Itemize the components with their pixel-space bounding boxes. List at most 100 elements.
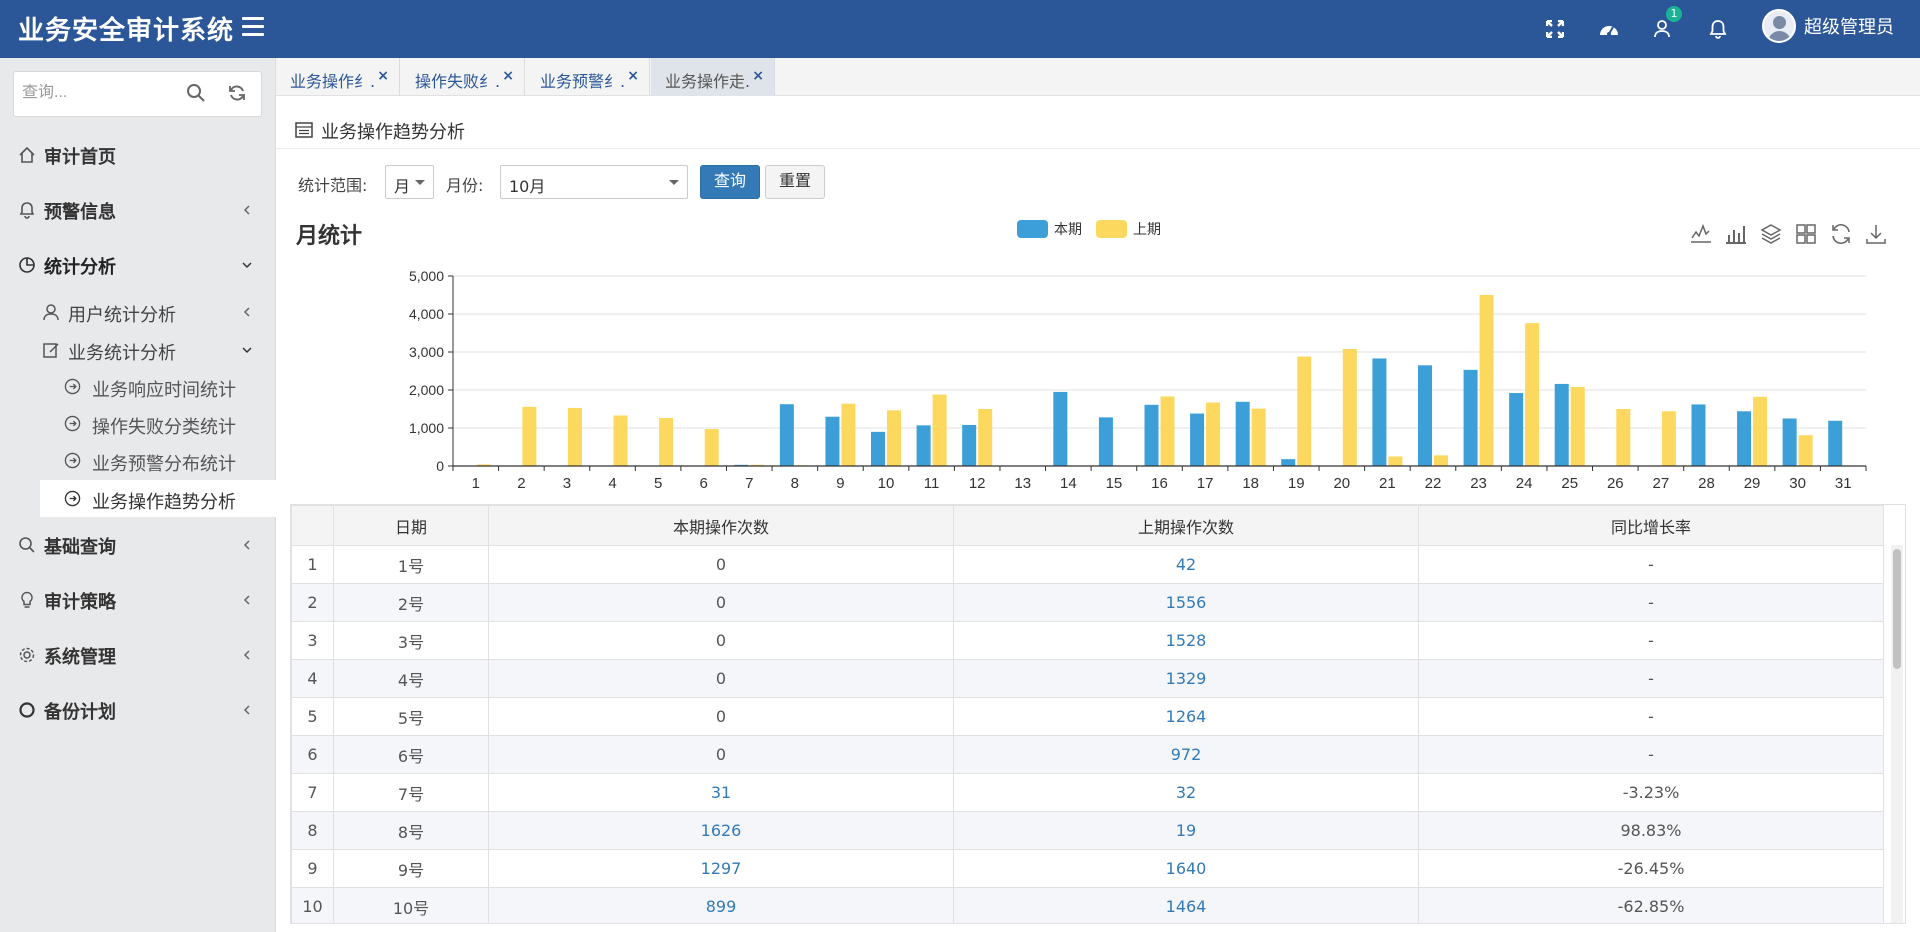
bar-current[interactable] [1554, 383, 1569, 466]
bar-previous[interactable] [1616, 409, 1631, 466]
bar-current[interactable] [1053, 391, 1068, 466]
bar-current[interactable] [1098, 417, 1113, 466]
bell-icon[interactable] [1703, 14, 1733, 44]
current-count-cell[interactable]: 899 [488, 887, 954, 923]
sidebar-item-home[interactable]: 审计首页 [0, 132, 276, 180]
column-header[interactable]: 日期 [333, 505, 489, 546]
sidebar-item-backup-plan[interactable]: 备份计划 [0, 687, 276, 735]
bar-current[interactable] [779, 404, 794, 466]
sidebar-item-system-management[interactable]: 系统管理 [0, 632, 276, 680]
month-select[interactable]: 10月 [500, 165, 688, 199]
column-header[interactable]: 本期操作次数 [488, 505, 954, 546]
menu-toggle-icon[interactable] [242, 17, 264, 39]
bar-previous[interactable] [1342, 348, 1357, 466]
bar-previous[interactable] [1251, 408, 1266, 466]
close-icon[interactable]: × [752, 68, 764, 84]
bar-current[interactable] [1782, 418, 1797, 467]
sidebar-item-alert-distribution[interactable]: 业务预警分布统计 [40, 442, 276, 479]
close-icon[interactable]: × [627, 68, 639, 84]
tab-operation-failure[interactable]: 操作失败纟... × [401, 58, 525, 96]
fullscreen-icon[interactable] [1540, 14, 1570, 44]
bar-previous[interactable] [1525, 323, 1540, 466]
column-header[interactable]: 同比增长率 [1418, 505, 1884, 546]
bar-current[interactable] [1691, 404, 1706, 466]
sidebar-item-statistics[interactable]: 统计分析 [0, 242, 276, 290]
bar-current[interactable] [916, 425, 931, 466]
column-header[interactable]: 上期操作次数 [953, 505, 1419, 546]
close-icon[interactable]: × [502, 68, 514, 84]
bar-previous[interactable] [1433, 455, 1448, 466]
bar-previous[interactable] [1206, 402, 1221, 466]
current-count-cell[interactable]: 1626 [488, 811, 954, 850]
previous-count-cell[interactable]: 19 [953, 811, 1419, 850]
sidebar-item-user-statistics[interactable]: 用户统计分析 [40, 293, 276, 331]
bar-previous[interactable] [1661, 411, 1676, 466]
previous-count-cell[interactable]: 1329 [953, 659, 1419, 698]
tab-business-alert[interactable]: 业务预警纟... × [526, 58, 650, 96]
bar-current[interactable] [1509, 393, 1524, 466]
range-select[interactable]: 月 [385, 165, 434, 199]
bar-current[interactable] [1737, 411, 1752, 466]
refresh-icon[interactable] [1829, 222, 1853, 246]
user-menu[interactable]: 超级管理员 [1762, 9, 1894, 43]
bar-previous[interactable] [1570, 386, 1585, 466]
current-count-cell[interactable]: 31 [488, 773, 954, 812]
bar-previous[interactable] [841, 403, 856, 466]
bar-previous[interactable] [1160, 396, 1175, 466]
table-scrollbar[interactable] [1891, 545, 1903, 923]
bar-current[interactable] [825, 416, 840, 466]
sidebar-item-audit-policy[interactable]: 审计策略 [0, 577, 276, 625]
sidebar-item-response-time[interactable]: 业务响应时间统计 [40, 368, 276, 405]
previous-count-cell[interactable]: 32 [953, 773, 1419, 812]
bar-previous[interactable] [1388, 456, 1403, 467]
line-chart-icon[interactable] [1689, 222, 1713, 246]
bar-previous[interactable] [1798, 435, 1813, 466]
bar-previous[interactable] [1753, 396, 1768, 466]
bar-current[interactable] [871, 431, 886, 466]
bar-previous[interactable] [567, 407, 582, 466]
bar-current[interactable] [1235, 401, 1250, 466]
sidebar-item-alerts[interactable]: 预警信息 [0, 187, 276, 235]
tiled-icon[interactable] [1794, 222, 1818, 246]
query-button[interactable]: 查询 [700, 165, 760, 199]
bar-current[interactable] [1417, 365, 1432, 466]
sidebar-item-basic-query[interactable]: 基础查询 [0, 522, 276, 570]
scrollbar-thumb[interactable] [1893, 549, 1901, 669]
previous-count-cell[interactable]: 1464 [953, 887, 1419, 923]
dashboard-icon[interactable] [1594, 14, 1624, 44]
bar-current[interactable] [1372, 358, 1387, 466]
user-alert-icon[interactable]: 1 [1648, 6, 1682, 44]
current-count-cell[interactable]: 1297 [488, 849, 954, 888]
bar-chart-icon[interactable] [1724, 222, 1748, 246]
bar-previous[interactable] [704, 429, 719, 466]
bar-previous[interactable] [659, 417, 674, 466]
sidebar-item-operation-trend[interactable]: 业务操作趋势分析 [40, 480, 276, 517]
legend-current[interactable]: 本期 [1017, 219, 1082, 239]
previous-count-cell[interactable]: 42 [953, 545, 1419, 584]
refresh-icon[interactable] [227, 83, 249, 105]
search-icon[interactable] [186, 83, 208, 105]
tab-operation-trend[interactable]: 业务操作走... × [651, 58, 775, 96]
download-icon[interactable] [1864, 222, 1888, 246]
sidebar-item-business-statistics[interactable]: 业务统计分析 [40, 331, 276, 369]
previous-count-cell[interactable]: 972 [953, 735, 1419, 774]
bar-current[interactable] [1281, 459, 1296, 466]
stack-icon[interactable] [1759, 222, 1783, 246]
previous-count-cell[interactable]: 1264 [953, 697, 1419, 736]
bar-current[interactable] [1190, 413, 1205, 466]
bar-current[interactable] [962, 424, 977, 466]
legend-previous[interactable]: 上期 [1096, 219, 1161, 239]
bar-previous[interactable] [978, 409, 993, 466]
previous-count-cell[interactable]: 1556 [953, 583, 1419, 622]
bar-previous[interactable] [613, 415, 628, 466]
previous-count-cell[interactable]: 1528 [953, 621, 1419, 660]
bar-previous[interactable] [932, 394, 947, 466]
previous-count-cell[interactable]: 1640 [953, 849, 1419, 888]
sidebar-item-failure-classification[interactable]: 操作失败分类统计 [40, 405, 276, 442]
bar-previous[interactable] [1479, 295, 1494, 466]
reset-button[interactable]: 重置 [765, 165, 825, 199]
bar-previous[interactable] [1297, 356, 1312, 466]
tab-business-operation[interactable]: 业务操作纟... × [276, 58, 400, 96]
bar-current[interactable] [1144, 404, 1159, 466]
close-icon[interactable]: × [377, 68, 389, 84]
